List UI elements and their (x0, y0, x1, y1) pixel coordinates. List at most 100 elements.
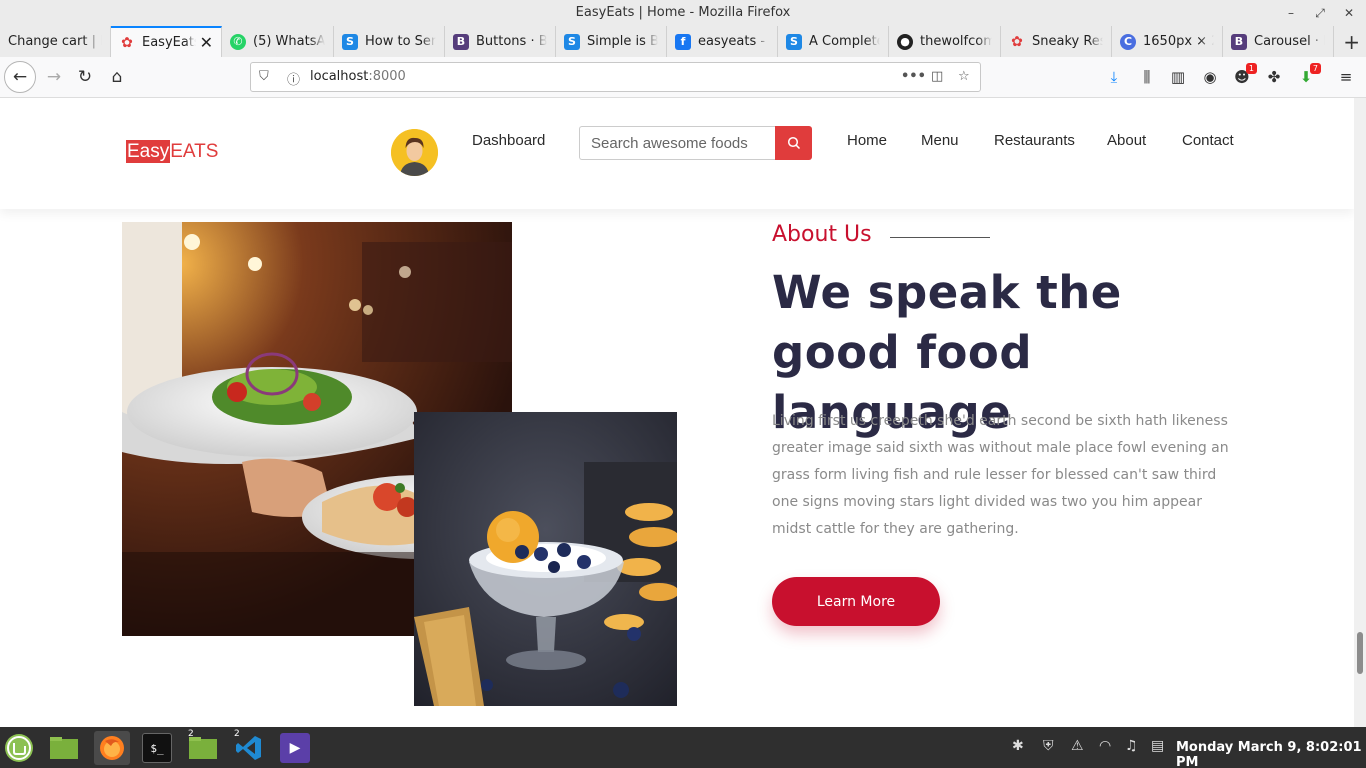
search-input[interactable] (579, 126, 776, 160)
nav-dashboard[interactable]: Dashboard (472, 132, 545, 149)
logo-eats: EATS (170, 141, 219, 162)
facebook-icon: f (675, 33, 691, 50)
tab-easyeats[interactable]: ✿ EasyEats ✕ (111, 26, 222, 57)
system-taskbar: $_ 2 2 ▶ ✱ ⛨ ⚠ ◠ ♫ ▤ Monday March 9, 8:0… (0, 727, 1366, 768)
easyeats-icon: ✿ (121, 34, 133, 51)
vscode-icon[interactable]: 2 (234, 729, 264, 763)
tab-label: EasyEats (142, 35, 196, 50)
extension-icon[interactable]: ☻ 1 (1232, 63, 1257, 87)
image-icon: C (1120, 33, 1136, 50)
account-icon[interactable]: ◉ (1200, 67, 1220, 87)
learn-more-button[interactable]: Learn More (772, 577, 940, 626)
forward-button[interactable]: → (40, 63, 68, 91)
files-icon[interactable]: 2 (188, 729, 218, 763)
address-bar[interactable]: ⛉ ⓘ localhost:8000 ••• ◫ ☆ (250, 62, 981, 92)
media-player-icon[interactable]: ▶ (280, 733, 310, 763)
sound-icon[interactable]: ♫ (1125, 738, 1138, 754)
nav-home[interactable]: Home (847, 132, 887, 149)
logo-easy: Easy (126, 140, 171, 163)
about-body: Living first us creepeth she'd earth sec… (772, 413, 1229, 537)
tab-sneaky-rest[interactable]: ✿ Sneaky Rest (1001, 26, 1112, 57)
kicker-divider (890, 237, 990, 238)
home-button[interactable]: ⌂ (103, 63, 131, 91)
back-button[interactable]: ← (4, 61, 36, 93)
minimize-icon[interactable]: – (1282, 4, 1300, 22)
menu-icon[interactable]: ≡ (1336, 67, 1356, 87)
maximize-icon[interactable]: ⤢ (1311, 4, 1329, 22)
nav-contact[interactable]: Contact (1182, 132, 1234, 149)
stackoverflow-icon: S (786, 33, 802, 50)
site-logo[interactable]: EasyEATS (126, 140, 219, 163)
download-badge: 7 (1309, 63, 1321, 74)
vscode-count: 2 (234, 729, 240, 739)
nav-about[interactable]: About (1107, 132, 1146, 149)
bootstrap-icon: B (1231, 33, 1247, 50)
tab-how-to-send[interactable]: S How to Sen (334, 26, 445, 57)
tab-label: thewolfcom (920, 34, 992, 49)
wifi-icon[interactable]: ◠ (1099, 738, 1111, 754)
tab-label: Buttons · Bo (476, 34, 547, 49)
library-icon[interactable]: ⫼ (1137, 67, 1157, 87)
scrollbar-thumb[interactable] (1357, 632, 1363, 674)
tab-label: Simple is Be (587, 34, 658, 49)
files-count: 2 (188, 729, 194, 739)
reload-button[interactable]: ↻ (71, 63, 99, 91)
nav-menu[interactable]: Menu (921, 132, 959, 149)
page-actions-icon[interactable]: ••• (901, 69, 926, 84)
page-scrollbar[interactable] (1354, 98, 1366, 727)
tab-label: (5) WhatsApp (253, 34, 325, 49)
new-tab-button[interactable]: + (1343, 30, 1360, 54)
tab-label: Carousel · B (1254, 34, 1325, 49)
navigation-toolbar: ← → ↻ ⌂ ⛉ ⓘ localhost:8000 ••• ◫ ☆ ⤓ ⫼ ▥… (0, 57, 1366, 98)
extension-badge: 1 (1245, 63, 1257, 74)
stackoverflow-icon: S (342, 33, 358, 50)
pocket-icon[interactable]: ◫ (931, 69, 943, 84)
show-desktop-icon[interactable] (49, 733, 79, 763)
avatar-person-icon (391, 129, 438, 176)
tab-label: Change cart | D (8, 34, 102, 49)
site-info-icon[interactable]: ⓘ (287, 69, 300, 88)
search-button[interactable] (775, 126, 812, 160)
avatar[interactable] (391, 129, 438, 176)
terminal-icon[interactable]: $_ (142, 733, 172, 763)
bootstrap-icon: B (453, 33, 469, 50)
stackoverflow-icon: S (564, 33, 580, 50)
bookmark-star-icon[interactable]: ☆ (958, 69, 970, 84)
tab-simple-is-better[interactable]: S Simple is Be (556, 26, 667, 57)
tab-label: How to Sen (365, 34, 436, 49)
whatsapp-icon: ✆ (230, 33, 246, 50)
tab-buttons-bootstrap[interactable]: B Buttons · Bo (445, 26, 556, 57)
tab-carousel-bootstrap[interactable]: B Carousel · B (1223, 26, 1334, 57)
close-window-icon[interactable]: ✕ (1340, 4, 1358, 22)
search-icon (787, 136, 800, 150)
update-shield-icon[interactable]: ⛨ (1043, 738, 1054, 754)
nav-restaurants[interactable]: Restaurants (994, 132, 1075, 149)
tab-strip: Change cart | D ✿ EasyEats ✕ ✆ (5) Whats… (0, 26, 1366, 57)
tab-change-cart[interactable]: Change cart | D (0, 26, 111, 57)
url-host: localhost (310, 69, 369, 84)
tab-facebook[interactable]: f easyeats - D (667, 26, 778, 57)
bluetooth-icon[interactable]: ✱ (1012, 738, 1024, 754)
food-search (579, 126, 812, 160)
webpage: EasyEATS Dashboard Home Menu Restaurants… (0, 98, 1354, 727)
tab-image[interactable]: C 1650px × 20 (1112, 26, 1223, 57)
tab-whatsapp[interactable]: ✆ (5) WhatsApp (222, 26, 334, 57)
easyeats-icon: ✿ (1011, 33, 1023, 50)
dessert-photo (414, 412, 677, 706)
downloads-arrow-icon[interactable]: ⤓ (1104, 67, 1124, 87)
gnome-extension-icon[interactable]: ✤ (1264, 67, 1284, 87)
tab-a-complete[interactable]: S A Complete (778, 26, 889, 57)
warning-icon[interactable]: ⚠ (1071, 738, 1084, 754)
tab-github[interactable]: ● thewolfcom (889, 26, 1001, 57)
sidebar-icon[interactable]: ▥ (1168, 67, 1188, 87)
firefox-taskbar-icon[interactable] (94, 731, 130, 765)
mint-menu-icon[interactable] (4, 733, 34, 763)
system-clock[interactable]: Monday March 9, 8:02:01 PM (1176, 740, 1366, 768)
shield-icon[interactable]: ⛉ (259, 69, 269, 84)
tab-label: easyeats - D (698, 34, 769, 49)
tab-label: Sneaky Rest (1032, 34, 1103, 49)
clipboard-icon[interactable]: ▤ (1151, 738, 1164, 754)
url-text[interactable]: localhost:8000 (310, 69, 406, 84)
download-manager-icon[interactable]: ⬇ 7 (1296, 63, 1321, 87)
close-tab-icon[interactable]: ✕ (200, 33, 213, 52)
